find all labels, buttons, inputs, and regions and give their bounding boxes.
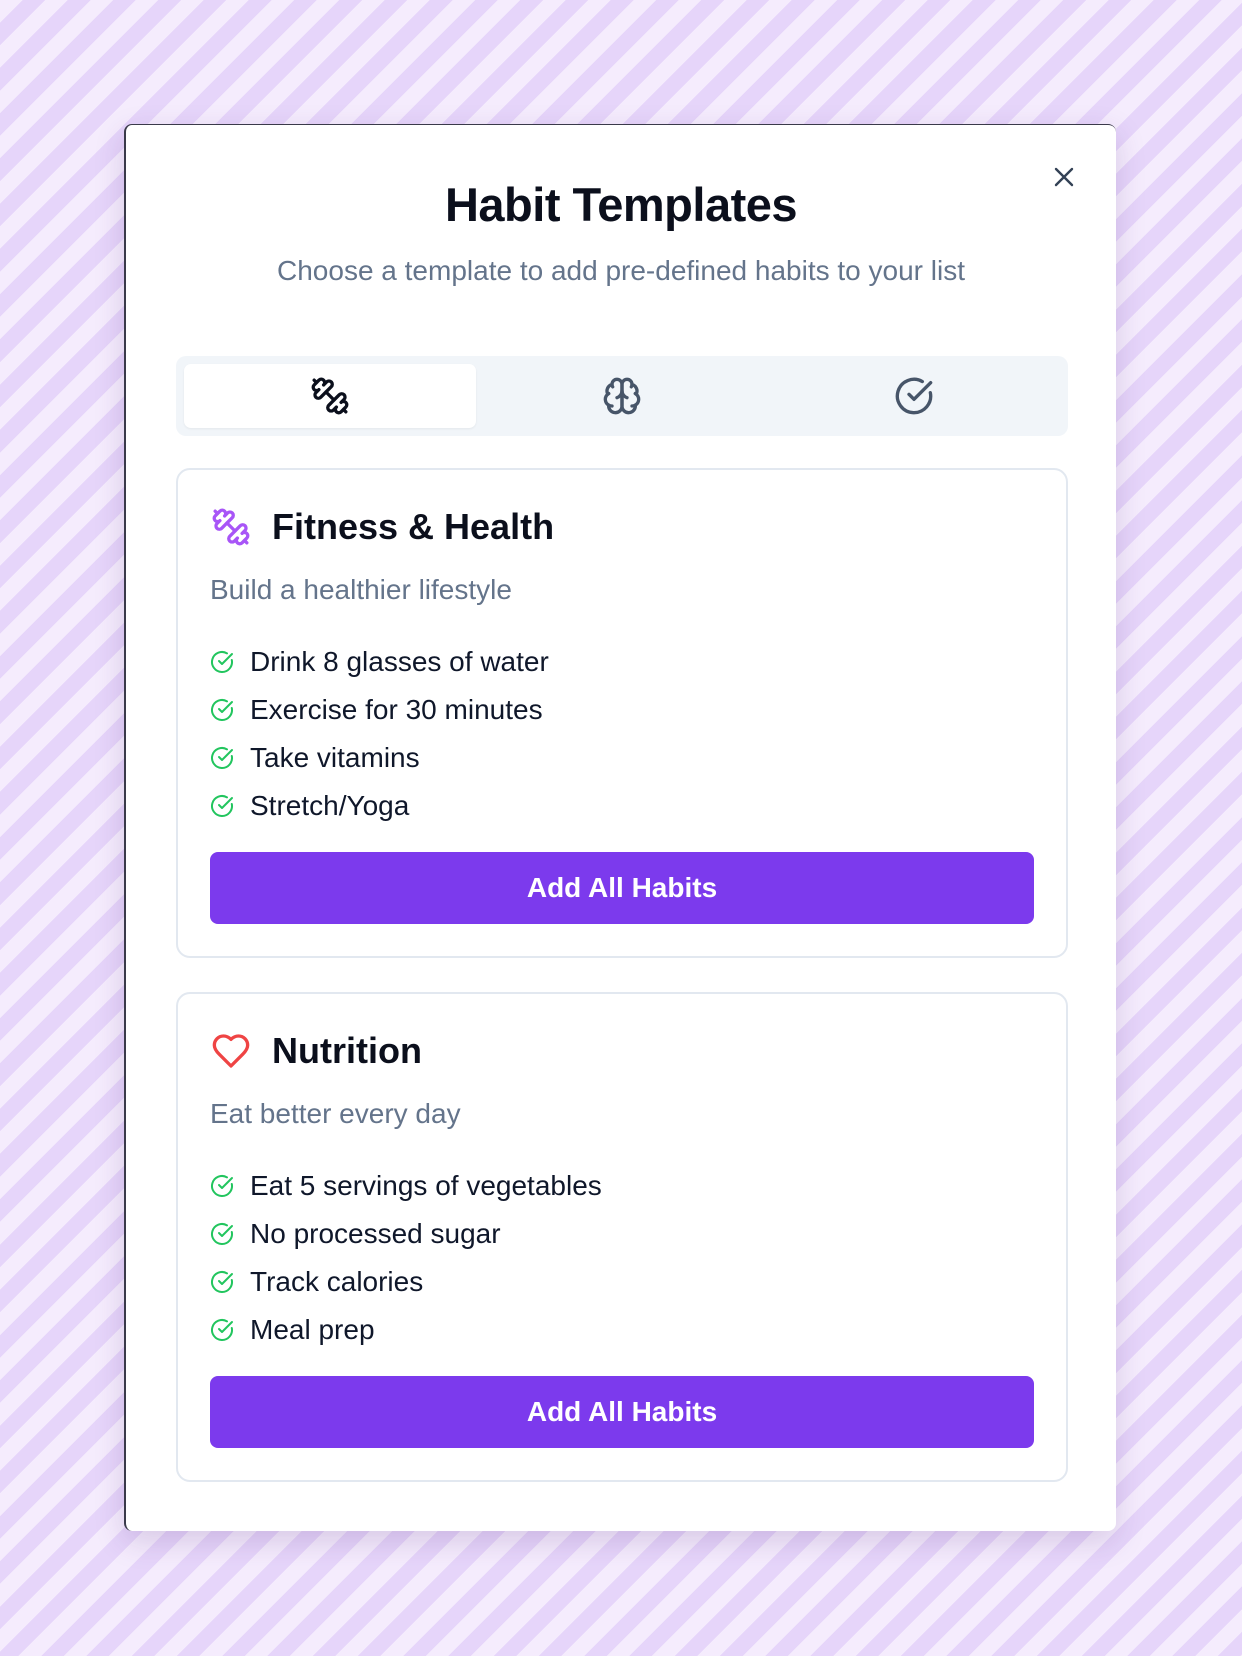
modal-subtitle: Choose a template to add pre-defined hab… (277, 255, 965, 286)
add-all-habits-button[interactable]: Add All Habits (210, 1376, 1034, 1448)
habit-label: Meal prep (250, 1314, 375, 1345)
card-title: Fitness & Health (272, 506, 555, 547)
modal-title: Habit Templates (444, 178, 798, 231)
habit-label: Exercise for 30 minutes (250, 694, 543, 725)
habit-label: No processed sugar (250, 1218, 501, 1249)
template-card-nutrition: Nutrition Eat better every day Eat 5 ser… (176, 992, 1068, 1482)
check-circle-icon (210, 1270, 234, 1294)
template-category-tabs (176, 356, 1068, 436)
check-circle-icon (210, 650, 234, 674)
habit-label: Stretch/Yoga (250, 790, 410, 821)
card-title: Nutrition (272, 1030, 422, 1071)
habit-list: Drink 8 glasses of water Exercise for 30… (210, 638, 549, 830)
tab-mindfulness[interactable] (476, 364, 768, 428)
list-item: Track calories (210, 1258, 602, 1306)
habit-label: Drink 8 glasses of water (250, 646, 549, 677)
check-circle-icon (895, 377, 933, 415)
check-circle-icon (210, 794, 234, 818)
template-card-fitness: Fitness & Health Build a healthier lifes… (176, 468, 1068, 958)
list-item: Exercise for 30 minutes (210, 686, 549, 734)
habit-list: Eat 5 servings of vegetables No processe… (210, 1162, 602, 1354)
habit-label: Eat 5 servings of vegetables (250, 1170, 602, 1201)
check-circle-icon (210, 1222, 234, 1246)
tab-fitness[interactable] (184, 364, 476, 428)
dumbbell-icon (210, 506, 252, 548)
check-circle-icon (210, 1174, 234, 1198)
dumbbell-icon (311, 377, 349, 415)
list-item: Drink 8 glasses of water (210, 638, 549, 686)
check-circle-icon (210, 746, 234, 770)
habit-label: Take vitamins (250, 742, 420, 773)
list-item: Take vitamins (210, 734, 549, 782)
check-circle-icon (210, 1318, 234, 1342)
list-item: No processed sugar (210, 1210, 602, 1258)
list-item: Meal prep (210, 1306, 602, 1354)
habit-label: Track calories (250, 1266, 424, 1297)
list-item: Stretch/Yoga (210, 782, 549, 830)
habit-templates-modal: Habit Templates Choose a template to add… (124, 124, 1116, 1531)
heart-icon (210, 1030, 252, 1072)
brain-icon (603, 377, 641, 415)
card-description: Build a healthier lifestyle (210, 574, 512, 605)
tab-productivity[interactable] (768, 364, 1060, 428)
card-description: Eat better every day (210, 1098, 461, 1129)
add-all-habits-button[interactable]: Add All Habits (210, 852, 1034, 924)
list-item: Eat 5 servings of vegetables (210, 1162, 602, 1210)
check-circle-icon (210, 698, 234, 722)
